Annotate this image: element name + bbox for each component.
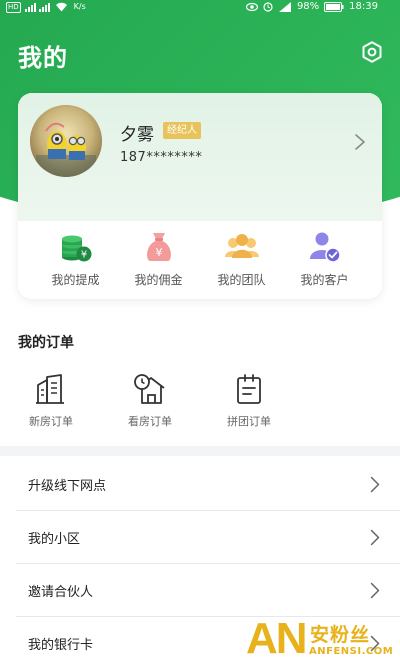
profile-card: 夕雾 经纪人 187******** ¥ 我的提成 ¥ 我的佣金 我的团队 我的… bbox=[18, 93, 382, 299]
menu-item-label: 邀请合伙人 bbox=[28, 584, 94, 600]
network-speed: K/s bbox=[73, 2, 86, 11]
signal-icon bbox=[24, 3, 50, 12]
wifi-icon bbox=[55, 2, 67, 12]
quick-action-label: 我的团队 bbox=[217, 273, 266, 287]
svg-text:¥: ¥ bbox=[155, 246, 162, 259]
chevron-right-icon bbox=[370, 529, 380, 546]
avatar-image bbox=[30, 105, 102, 177]
house-clock-icon bbox=[132, 372, 168, 406]
quick-action-commission[interactable]: ¥ 我的提成 bbox=[34, 229, 117, 293]
alarm-icon bbox=[263, 2, 273, 12]
my-page-screen: HD K/s 98% 18:39 我的 夕雾 经纪人 187******** ¥… bbox=[0, 0, 400, 666]
settings-button[interactable] bbox=[360, 40, 384, 64]
hd-badge: HD bbox=[6, 1, 21, 13]
eye-icon bbox=[245, 2, 258, 12]
chevron-right-icon bbox=[370, 582, 380, 599]
menu-item-upgrade-offline[interactable]: 升级线下网点 bbox=[16, 458, 400, 511]
order-label: 拼团订单 bbox=[227, 415, 271, 428]
menu-item-invite-partner[interactable]: 邀请合伙人 bbox=[16, 564, 400, 617]
page-title: 我的 bbox=[18, 44, 68, 72]
menu-item-label: 我的小区 bbox=[28, 531, 81, 547]
order-label: 新房订单 bbox=[29, 415, 73, 428]
user-name: 夕雾 bbox=[120, 125, 154, 145]
orders-row: 新房订单 看房订单 拼团订单 bbox=[0, 372, 400, 432]
svg-text:¥: ¥ bbox=[80, 250, 86, 261]
quick-action-label: 我的佣金 bbox=[134, 273, 183, 287]
settings-hexagon-icon bbox=[362, 41, 382, 63]
order-group-buy[interactable]: 拼团订单 bbox=[214, 372, 284, 429]
clock-time: 18:39 bbox=[349, 1, 378, 12]
menu-item-label: 我的银行卡 bbox=[28, 638, 94, 653]
status-bar-left: HD K/s bbox=[6, 0, 86, 14]
section-divider bbox=[0, 446, 400, 456]
status-bar: HD K/s 98% 18:39 bbox=[0, 0, 400, 14]
phone-number: 187******** bbox=[120, 150, 203, 165]
coins-stack-icon: ¥ bbox=[58, 229, 94, 265]
quick-actions: ¥ 我的提成 ¥ 我的佣金 我的团队 我的客户 bbox=[18, 229, 382, 293]
cell-signal-icon bbox=[278, 2, 291, 12]
order-label: 看房订单 bbox=[128, 415, 172, 428]
quick-action-label: 我的客户 bbox=[300, 273, 349, 287]
battery-icon bbox=[324, 2, 344, 12]
money-bag-icon: ¥ bbox=[141, 229, 177, 265]
chevron-right-icon bbox=[370, 476, 380, 493]
watermark-logo: AN bbox=[246, 614, 308, 663]
watermark-cn: 安粉丝 bbox=[310, 624, 371, 646]
quick-action-earnings[interactable]: ¥ 我的佣金 bbox=[117, 229, 200, 293]
order-viewing[interactable]: 看房订单 bbox=[115, 372, 185, 429]
watermark-en: ANFENSI.COM bbox=[309, 646, 394, 657]
profile-header[interactable]: 夕雾 经纪人 187******** bbox=[18, 93, 382, 221]
quick-action-customers[interactable]: 我的客户 bbox=[283, 229, 366, 293]
site-watermark: AN 安粉丝 ANFENSI.COM bbox=[246, 614, 396, 664]
menu-item-my-community[interactable]: 我的小区 bbox=[16, 511, 400, 564]
quick-action-label: 我的提成 bbox=[51, 273, 100, 287]
battery-percent: 98% bbox=[296, 1, 320, 12]
role-badge: 经纪人 bbox=[163, 122, 201, 139]
customer-check-icon bbox=[307, 229, 343, 265]
team-icon bbox=[224, 229, 260, 265]
avatar[interactable] bbox=[30, 105, 102, 177]
quick-action-team[interactable]: 我的团队 bbox=[200, 229, 283, 293]
order-new-house[interactable]: 新房订单 bbox=[16, 372, 86, 429]
chevron-right-icon bbox=[355, 134, 365, 150]
menu-item-label: 升级线下网点 bbox=[28, 478, 107, 494]
building-icon bbox=[33, 372, 69, 406]
clipboard-icon bbox=[231, 372, 267, 406]
status-bar-right: 98% 18:39 bbox=[245, 0, 378, 14]
orders-section-title: 我的订单 bbox=[18, 335, 74, 351]
